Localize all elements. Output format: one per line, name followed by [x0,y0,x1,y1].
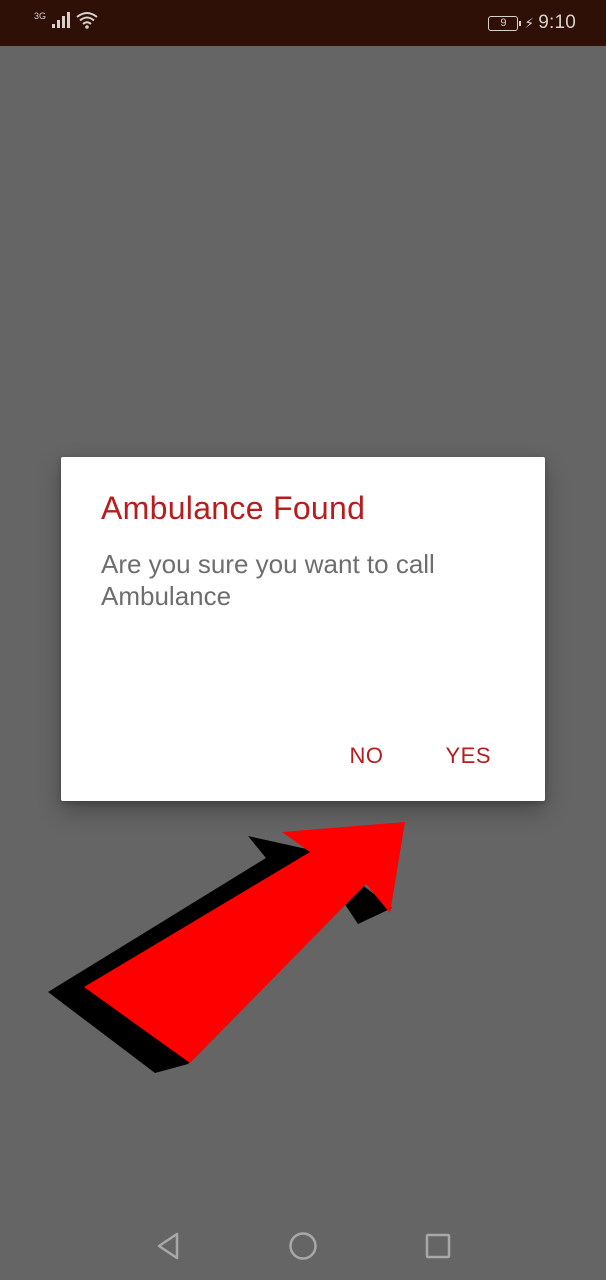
signal-icon [52,11,71,33]
status-bar: 3G 9 ⚡ 9:10 [0,0,606,46]
wifi-icon [76,11,98,34]
recents-icon[interactable] [418,1226,458,1266]
status-left: 3G [34,10,98,34]
charging-icon: ⚡ [524,14,535,31]
network-type: 3G [34,10,47,21]
battery-level: 9 [500,16,507,29]
dialog-actions: NO YES [349,743,491,769]
dialog-message: Are you sure you want to call Ambulance [101,549,435,611]
dialog-title: Ambulance Found [101,490,366,526]
arrow-body [84,822,405,1063]
confirm-dialog: Ambulance Found Are you sure you want to… [61,457,545,801]
navigation-bar [0,1212,606,1280]
no-button[interactable]: NO [349,743,383,769]
back-icon[interactable] [148,1226,188,1266]
arrow-shadow [48,836,392,1073]
status-time: 9:10 [538,12,576,33]
battery-icon: 9 [488,15,522,31]
yes-button[interactable]: YES [445,743,491,769]
home-icon[interactable] [283,1226,323,1266]
status-right: 9 ⚡ 9:10 [488,10,576,36]
